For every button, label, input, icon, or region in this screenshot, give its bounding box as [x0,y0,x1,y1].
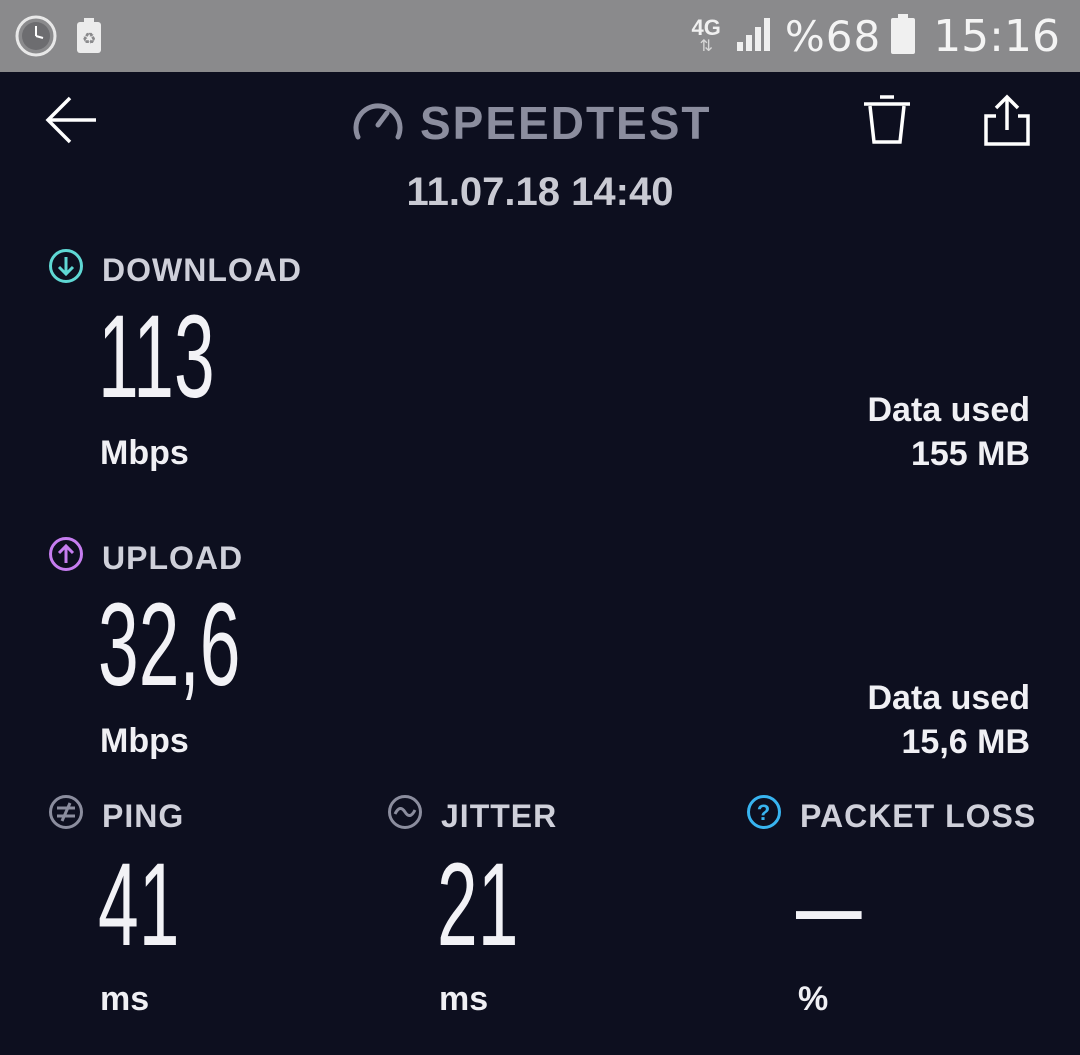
download-data-used: Data used 155 MB [868,388,1031,476]
battery-icon [891,13,916,59]
ping-unit: ms [100,980,150,1018]
ping-icon [48,794,84,838]
download-unit: Mbps [100,434,189,472]
speedometer-icon [352,99,404,148]
packet-loss-label: ? PACKET LOSS [746,794,1036,838]
page-title: SPEEDTEST [420,97,712,149]
jitter-unit: ms [439,980,489,1018]
signal-icon [735,16,775,57]
jitter-icon [387,794,423,838]
status-time: 15:16 [933,10,1060,62]
app-title: SPEEDTEST [352,96,712,150]
share-icon[interactable] [982,94,1032,153]
network-type-label: 4G [691,15,721,40]
jitter-label-text: JITTER [441,797,558,834]
upload-value: 32,6 [98,579,241,711]
test-datetime: 11.07.18 14:40 [406,170,674,214]
download-data-used-label: Data used [867,391,1031,429]
packet-loss-value: – [796,839,862,971]
upload-data-used: Data used 15,6 MB [868,676,1031,764]
back-arrow-icon[interactable] [44,94,100,151]
download-data-used-value: 155 MB [910,435,1030,473]
ping-value: 41 [98,839,180,971]
jitter-value: 21 [437,839,519,971]
ping-label: PING [48,794,184,838]
network-type-icon: 4G ⇅ [691,15,721,55]
upload-arrow-icon [48,536,84,580]
svg-text:♻: ♻ [82,29,96,48]
download-label: DOWNLOAD [48,248,302,292]
packet-loss-unit: % [798,980,829,1018]
battery-percent: %68 [784,11,882,61]
upload-data-used-label: Data used [867,679,1031,717]
clock-widget-icon [14,14,58,63]
upload-label: UPLOAD [48,536,243,580]
recycle-notification-icon: ♻ [76,18,102,59]
jitter-label: JITTER [387,794,557,838]
upload-data-used-value: 15,6 MB [901,723,1031,761]
download-arrow-icon [48,248,84,292]
trash-icon[interactable] [862,94,912,151]
status-bar: ♻ 4G ⇅ %68 15:16 [0,0,1080,72]
help-icon[interactable]: ? [746,794,782,838]
download-label-text: DOWNLOAD [102,251,302,288]
packet-loss-label-text: PACKET LOSS [800,797,1037,834]
ping-label-text: PING [102,797,185,834]
download-value: 113 [98,291,215,423]
upload-label-text: UPLOAD [102,539,244,576]
svg-text:?: ? [757,800,771,825]
upload-unit: Mbps [100,722,189,760]
